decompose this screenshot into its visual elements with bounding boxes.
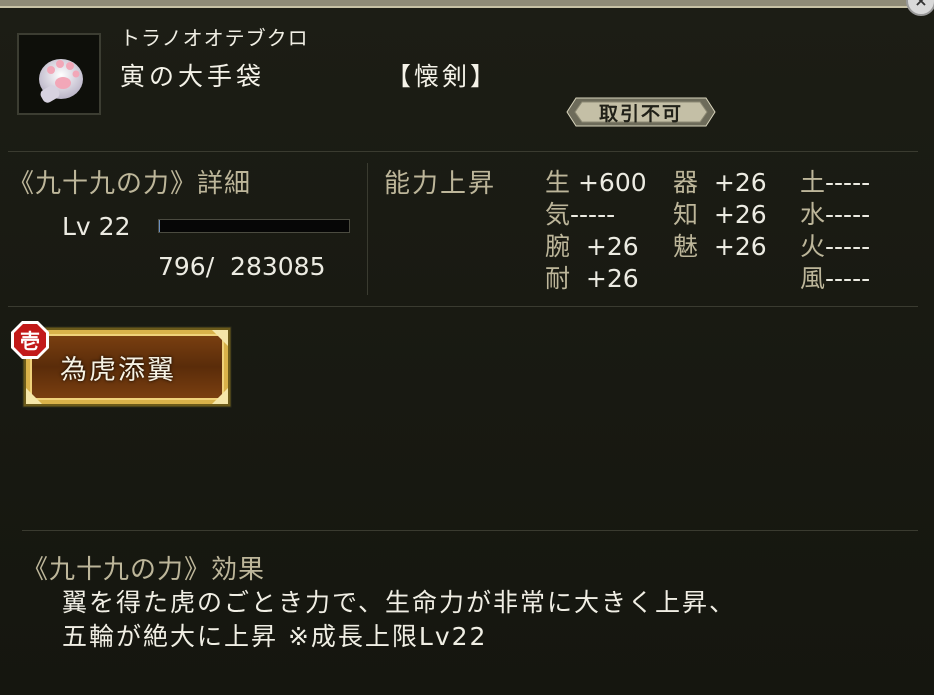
stat-wind: 風----- — [800, 264, 871, 293]
stat-ki: 気----- — [545, 200, 616, 229]
effect-line-1: 翼を得た虎のごとき力で、生命力が非常に大きく上昇、 — [62, 588, 737, 617]
effect-title: 《九十九の力》効果 — [22, 555, 266, 585]
stat-intellect: 知 +26 — [673, 200, 767, 229]
stat-charm: 魅 +26 — [673, 232, 767, 261]
divider — [367, 163, 368, 295]
stat-fire: 火----- — [800, 232, 871, 261]
stat-dexterity: 器 +26 — [673, 168, 767, 197]
stat-water: 水----- — [800, 200, 871, 229]
skill-label: 為虎添翼 — [60, 355, 176, 386]
item-name: 寅の大手袋 — [120, 62, 266, 91]
stat-life: 生 +600 — [545, 168, 647, 197]
item-reading: トラノオオテブクロ — [120, 26, 309, 50]
power-detail-title: 《九十九の力》詳細 — [8, 169, 252, 199]
exp-bar — [158, 219, 350, 233]
trade-status-badge: 取引不可 — [566, 97, 716, 127]
ability-boost-title: 能力上昇 — [384, 169, 497, 199]
level-label: Lv 22 — [62, 212, 131, 241]
item-category: 【懐剣】 — [386, 62, 499, 91]
stat-endurance: 耐 +26 — [545, 264, 639, 293]
stat-arm: 腕 +26 — [545, 232, 639, 261]
stat-earth: 土----- — [800, 168, 871, 197]
skill-button[interactable]: 為虎添翼 壱 — [11, 321, 232, 408]
exp-bar-fill — [159, 220, 160, 232]
effect-line-2: 五輪が絶大に上昇 ※成長上限Lv22 — [62, 622, 488, 651]
trade-status-label: 取引不可 — [598, 103, 683, 125]
exp-readout: 796/ 283085 — [158, 252, 325, 281]
paw-glove-icon — [17, 33, 101, 115]
exp-current: 796/ — [158, 252, 215, 281]
divider — [22, 530, 918, 531]
divider — [8, 306, 918, 307]
divider — [8, 151, 918, 152]
skill-rank-label: 壱 — [20, 329, 40, 353]
skill-rank-badge: 壱 — [10, 320, 50, 360]
exp-total: 283085 — [230, 252, 326, 281]
